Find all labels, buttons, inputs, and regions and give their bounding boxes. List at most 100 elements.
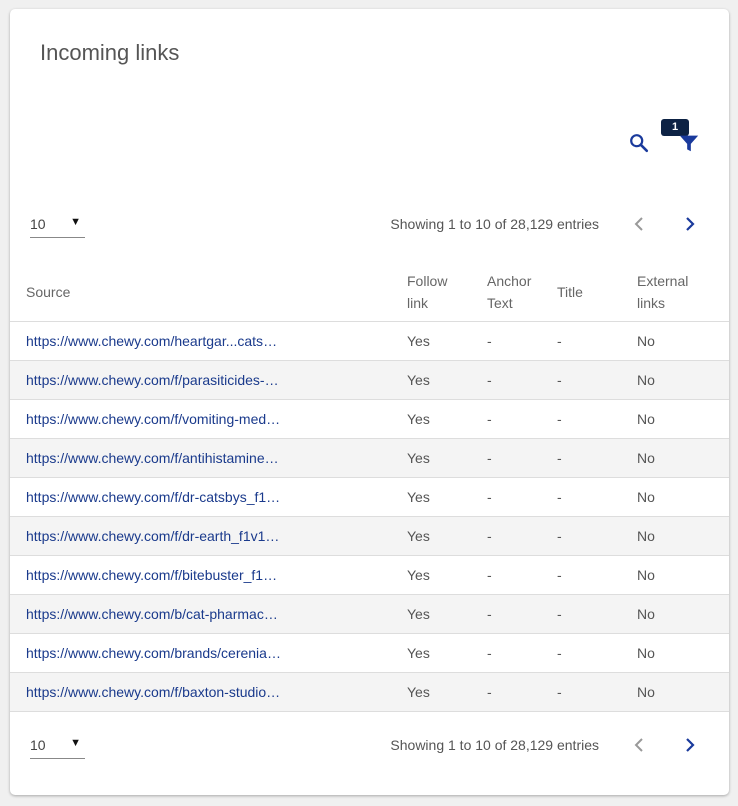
page-title: Incoming links bbox=[40, 40, 180, 65]
cell-title: - bbox=[557, 438, 637, 478]
table-header-row: Source Follow link Anchor Text Title Ext… bbox=[10, 264, 729, 322]
cell-source: https://www.chewy.com/f/bitebuster_f1… bbox=[10, 555, 407, 595]
cell-external: No bbox=[637, 360, 729, 400]
source-link[interactable]: https://www.chewy.com/f/dr-earth_f1v1… bbox=[26, 528, 279, 544]
header-follow-line1: Follow bbox=[407, 273, 448, 290]
cell-follow: Yes bbox=[407, 555, 487, 595]
header-external-line2: links bbox=[637, 295, 666, 312]
header-source[interactable]: Source bbox=[10, 264, 407, 322]
cell-follow: Yes bbox=[407, 672, 487, 712]
cell-anchor: - bbox=[487, 672, 557, 712]
prev-page-button[interactable] bbox=[632, 735, 648, 755]
source-link[interactable]: https://www.chewy.com/b/cat-pharmac… bbox=[26, 606, 278, 622]
cell-title: - bbox=[557, 399, 637, 439]
cell-anchor: - bbox=[487, 594, 557, 634]
cell-source: https://www.chewy.com/heartgar...cats-… bbox=[10, 321, 407, 361]
header-anchor-line1: Anchor bbox=[487, 273, 532, 290]
cell-title: - bbox=[557, 477, 637, 517]
cell-source: https://www.chewy.com/f/dr-catsbys_f1… bbox=[10, 477, 407, 517]
cell-source: https://www.chewy.com/f/vomiting-med… bbox=[10, 399, 407, 439]
cell-follow: Yes bbox=[407, 321, 487, 361]
cell-follow: Yes bbox=[407, 516, 487, 556]
header-follow-link[interactable]: Follow link bbox=[407, 264, 487, 322]
table-row: https://www.chewy.com/heartgar...cats-… … bbox=[10, 321, 729, 361]
cell-follow: Yes bbox=[407, 477, 487, 517]
source-link[interactable]: https://www.chewy.com/heartgar...cats-… bbox=[26, 333, 281, 349]
cell-anchor: - bbox=[487, 360, 557, 400]
cell-title: - bbox=[557, 594, 637, 634]
chevron-right-icon bbox=[686, 217, 695, 231]
cell-follow: Yes bbox=[407, 399, 487, 439]
cell-title: - bbox=[557, 516, 637, 556]
page-size-select[interactable]: 10 ▼ bbox=[30, 731, 85, 759]
source-link[interactable]: https://www.chewy.com/f/baxton-studio… bbox=[26, 684, 280, 700]
search-button[interactable] bbox=[628, 132, 650, 154]
cell-anchor: - bbox=[487, 321, 557, 361]
cell-follow: Yes bbox=[407, 360, 487, 400]
header-anchor-line2: Text bbox=[487, 295, 513, 312]
header-title[interactable]: Title bbox=[557, 264, 637, 322]
cell-anchor: - bbox=[487, 516, 557, 556]
header-external-links[interactable]: External links bbox=[637, 264, 729, 322]
cell-anchor: - bbox=[487, 477, 557, 517]
next-page-button[interactable] bbox=[682, 214, 698, 234]
source-link[interactable]: https://www.chewy.com/f/antihistamine… bbox=[26, 450, 279, 466]
search-icon bbox=[630, 134, 649, 153]
cell-source: https://www.chewy.com/brands/cerenia… bbox=[10, 633, 407, 673]
chevron-right-icon bbox=[686, 738, 695, 752]
cell-source: https://www.chewy.com/f/antihistamine… bbox=[10, 438, 407, 478]
cell-follow: Yes bbox=[407, 594, 487, 634]
cell-external: No bbox=[637, 477, 729, 517]
cell-title: - bbox=[557, 555, 637, 595]
page-size-value: 10 bbox=[30, 216, 46, 232]
cell-source: https://www.chewy.com/f/parasiticides-… bbox=[10, 360, 407, 400]
cell-source: https://www.chewy.com/b/cat-pharmac… bbox=[10, 594, 407, 634]
page-size-value: 10 bbox=[30, 737, 46, 753]
cell-title: - bbox=[557, 360, 637, 400]
pagination-bottom: 10 ▼ Showing 1 to 10 of 28,129 entries bbox=[10, 725, 729, 765]
pagination-top: 10 ▼ Showing 1 to 10 of 28,129 entries bbox=[10, 204, 729, 244]
source-link[interactable]: https://www.chewy.com/f/parasiticides-… bbox=[26, 372, 279, 388]
chevron-left-icon bbox=[634, 217, 643, 231]
table-row: https://www.chewy.com/f/dr-catsbys_f1… Y… bbox=[10, 477, 729, 517]
prev-page-button[interactable] bbox=[632, 214, 648, 234]
cell-follow: Yes bbox=[407, 438, 487, 478]
table-row: https://www.chewy.com/f/baxton-studio… Y… bbox=[10, 672, 729, 712]
cell-title: - bbox=[557, 672, 637, 712]
cell-title: - bbox=[557, 633, 637, 673]
filter-button[interactable] bbox=[678, 132, 700, 154]
header-external-line1: External bbox=[637, 273, 689, 290]
cell-external: No bbox=[637, 516, 729, 556]
chevron-left-icon bbox=[634, 738, 643, 752]
source-link[interactable]: https://www.chewy.com/f/bitebuster_f1… bbox=[26, 567, 277, 583]
links-table: Source Follow link Anchor Text Title Ext… bbox=[10, 264, 729, 712]
cell-external: No bbox=[637, 594, 729, 634]
caret-down-icon: ▼ bbox=[70, 216, 81, 228]
table-row: https://www.chewy.com/f/parasiticides-… … bbox=[10, 360, 729, 400]
caret-down-icon: ▼ bbox=[70, 737, 81, 749]
table-row: https://www.chewy.com/f/bitebuster_f1… Y… bbox=[10, 555, 729, 595]
cell-external: No bbox=[637, 399, 729, 439]
source-link[interactable]: https://www.chewy.com/f/dr-catsbys_f1… bbox=[26, 489, 280, 505]
cell-external: No bbox=[637, 321, 729, 361]
table-row: https://www.chewy.com/f/antihistamine… Y… bbox=[10, 438, 729, 478]
cell-external: No bbox=[637, 672, 729, 712]
source-link[interactable]: https://www.chewy.com/f/vomiting-med… bbox=[26, 411, 280, 427]
page-size-select[interactable]: 10 ▼ bbox=[30, 210, 85, 238]
cell-external: No bbox=[637, 555, 729, 595]
incoming-links-card: Incoming links 1 10 ▼ Showing 1 to 10 of… bbox=[10, 9, 729, 795]
cell-anchor: - bbox=[487, 399, 557, 439]
header-anchor-text[interactable]: Anchor Text bbox=[487, 264, 557, 322]
cell-anchor: - bbox=[487, 438, 557, 478]
cell-source: https://www.chewy.com/f/baxton-studio… bbox=[10, 672, 407, 712]
table-row: https://www.chewy.com/brands/cerenia… Ye… bbox=[10, 633, 729, 673]
cell-title: - bbox=[557, 321, 637, 361]
next-page-button[interactable] bbox=[682, 735, 698, 755]
cell-follow: Yes bbox=[407, 633, 487, 673]
cell-anchor: - bbox=[487, 633, 557, 673]
filter-icon bbox=[679, 135, 699, 152]
entries-info: Showing 1 to 10 of 28,129 entries bbox=[390, 216, 599, 232]
source-link[interactable]: https://www.chewy.com/brands/cerenia… bbox=[26, 645, 281, 661]
table-row: https://www.chewy.com/b/cat-pharmac… Yes… bbox=[10, 594, 729, 634]
cell-source: https://www.chewy.com/f/dr-earth_f1v1… bbox=[10, 516, 407, 556]
